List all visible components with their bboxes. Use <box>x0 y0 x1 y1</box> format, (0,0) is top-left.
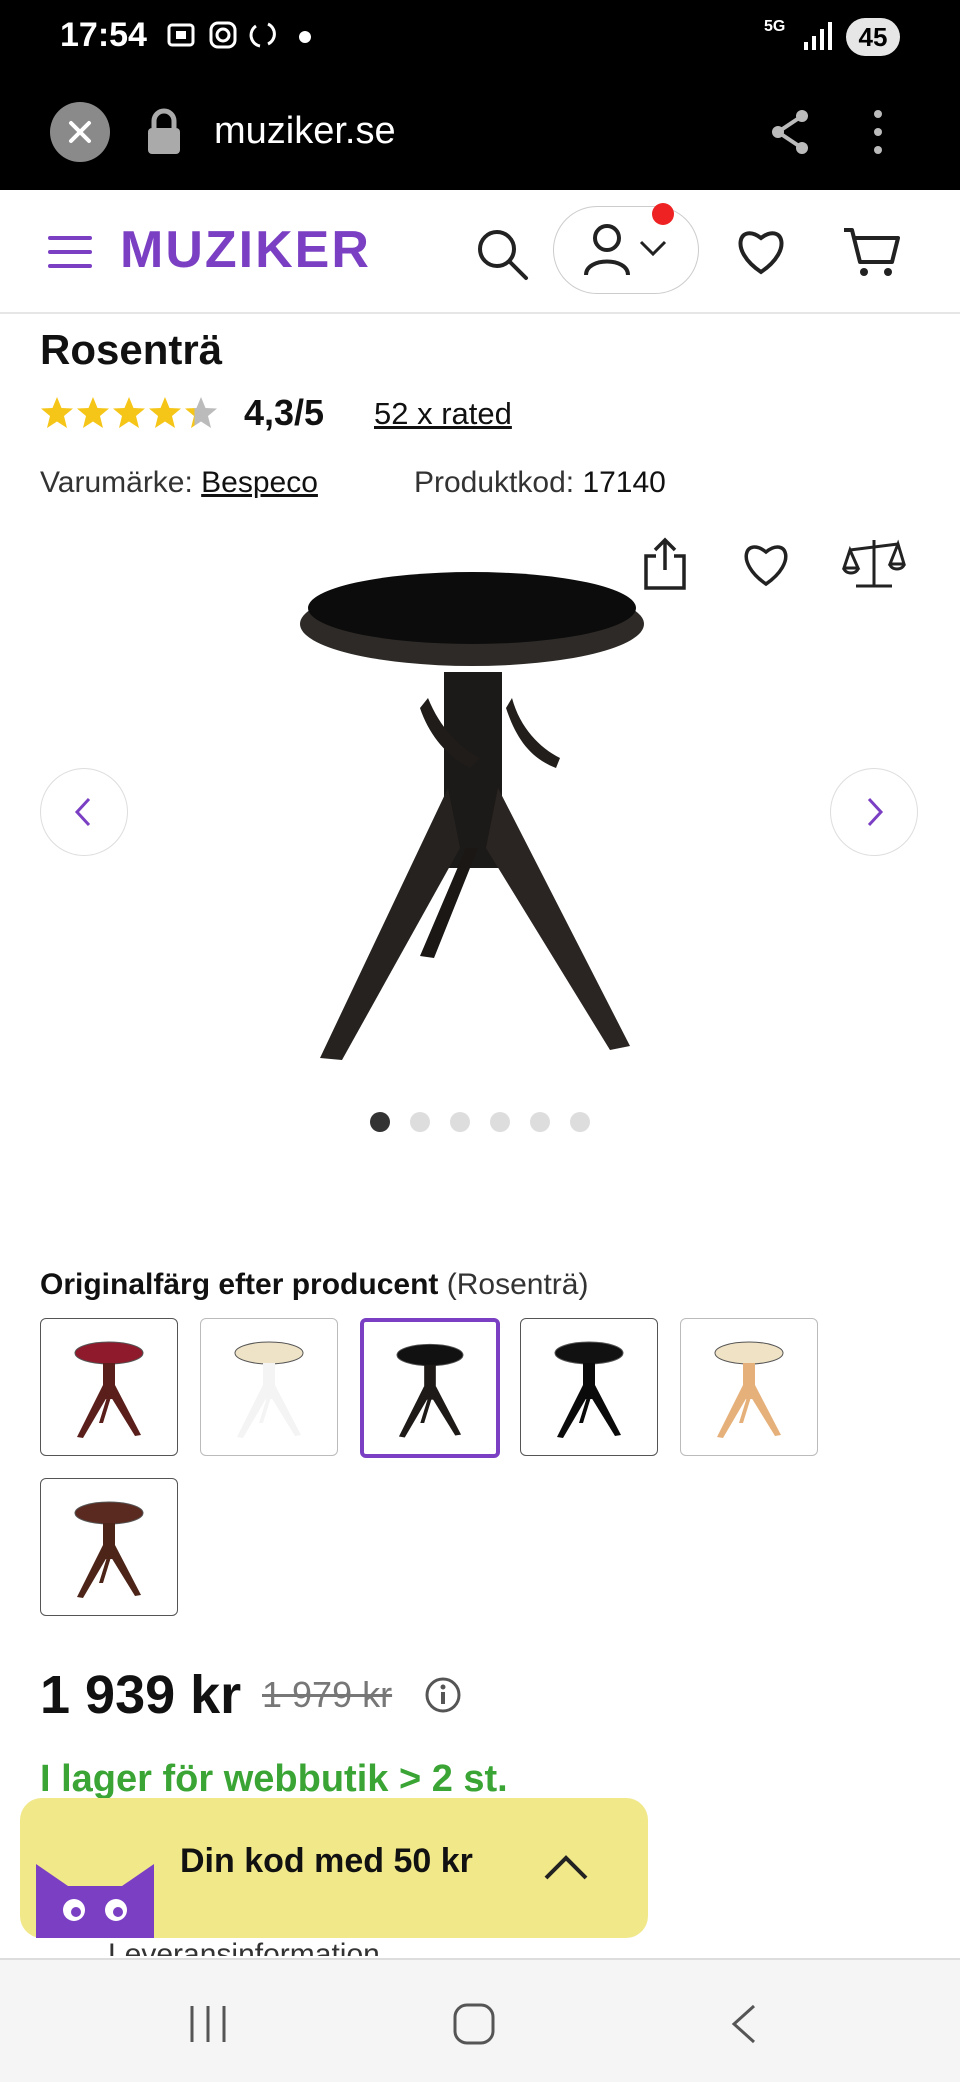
rating-stars <box>41 397 217 428</box>
product-code-label: Produktkod: <box>414 466 575 499</box>
color-swatch-black-gloss[interactable] <box>520 1318 658 1456</box>
recent-apps-icon[interactable] <box>186 2004 230 2044</box>
gallery-dot[interactable] <box>410 1112 430 1132</box>
cart-icon[interactable] <box>842 224 900 280</box>
gallery-dot[interactable] <box>490 1112 510 1132</box>
gallery-pagination <box>370 1112 610 1136</box>
lock-icon <box>148 108 180 154</box>
status-time: 17:54 <box>60 16 147 54</box>
signal-icon <box>804 22 832 50</box>
system-navigation-bar <box>0 1958 960 2082</box>
product-code: 17140 <box>582 466 666 499</box>
gallery-prev-button[interactable] <box>40 768 128 856</box>
close-icon <box>69 121 91 143</box>
screenshot-icon <box>167 23 195 47</box>
chevron-down-icon <box>639 240 667 257</box>
selected-color: (Rosenträ) <box>446 1268 589 1301</box>
swatch-stool-image <box>74 1501 144 1598</box>
back-icon[interactable] <box>726 2002 760 2046</box>
ratings-count-link[interactable]: 52 x rated <box>374 396 512 432</box>
product-title: Rosenträ <box>40 326 223 373</box>
share-icon[interactable] <box>766 106 814 158</box>
stock-status: I lager för webbutik > 2 st. <box>40 1758 508 1800</box>
promo-banner[interactable]: Din kod med 50 kr <box>20 1798 648 1938</box>
price: 1 939 kr <box>40 1665 242 1725</box>
menu-icon[interactable] <box>48 234 92 270</box>
chevron-left-icon <box>74 797 91 827</box>
brand-label: Varumärke: <box>40 466 193 499</box>
delivery-info-link[interactable]: Leveransinformation <box>108 1938 380 1956</box>
cat-mascot-icon <box>36 1864 154 1938</box>
sync-icon <box>249 22 276 48</box>
info-icon[interactable] <box>424 1676 462 1714</box>
close-tab-button[interactable] <box>50 102 110 162</box>
battery-indicator: 45 <box>846 18 900 56</box>
color-label-text: Originalfärg efter producent <box>40 1268 439 1301</box>
address-bar[interactable]: muziker.se <box>214 110 396 153</box>
promo-text: Din kod med 50 kr <box>180 1842 473 1880</box>
notification-badge <box>652 203 674 225</box>
color-swatch-white[interactable] <box>200 1318 338 1456</box>
status-bar: 17:54 5G 45 <box>0 0 960 76</box>
swatch-stool-image <box>554 1341 624 1438</box>
muziker-logo[interactable]: MUZIKER <box>120 220 371 280</box>
old-price: 1 979 kr <box>262 1674 393 1715</box>
gallery-dot[interactable] <box>450 1112 470 1132</box>
user-icon <box>584 224 630 276</box>
site-header: MUZIKER <box>0 190 960 314</box>
color-swatch-mahogany-red[interactable] <box>40 1318 178 1456</box>
color-variant-label: Originalfärg efter producent (Rosenträ) <box>40 1268 588 1302</box>
notification-dot-icon <box>299 31 311 43</box>
color-swatch-walnut[interactable] <box>40 1478 178 1616</box>
gallery-dot[interactable] <box>570 1112 590 1132</box>
color-swatch-rosewood-black[interactable] <box>360 1318 500 1458</box>
swatch-stool-image <box>714 1341 784 1438</box>
product-code-info: Produktkod: 17140 <box>414 466 666 500</box>
chevron-up-icon[interactable] <box>542 1852 590 1882</box>
rating-score: 4,3/5 <box>244 392 325 433</box>
compare-scale-icon[interactable] <box>842 536 906 592</box>
brand-link[interactable]: Bespeco <box>201 466 318 499</box>
wishlist-heart-icon[interactable] <box>734 226 788 276</box>
gallery-dot[interactable] <box>530 1112 550 1132</box>
home-icon[interactable] <box>452 2002 496 2046</box>
product-image[interactable] <box>280 548 680 1068</box>
chevron-right-icon <box>867 797 884 827</box>
favorite-heart-icon[interactable] <box>740 540 792 588</box>
swatch-stool-image <box>396 1343 464 1438</box>
search-icon[interactable] <box>474 226 530 282</box>
gallery-dot[interactable] <box>370 1112 390 1132</box>
gallery-next-button[interactable] <box>830 768 918 856</box>
browser-toolbar: muziker.se <box>0 76 960 190</box>
color-swatch-natural[interactable] <box>680 1318 818 1456</box>
brand-info: Varumärke: Bespeco <box>40 466 318 500</box>
swatch-stool-image <box>74 1341 144 1438</box>
more-options-icon[interactable] <box>866 106 890 158</box>
swatch-stool-image <box>234 1341 304 1438</box>
instagram-icon <box>209 21 237 49</box>
account-button[interactable] <box>553 203 699 294</box>
network-type: 5G <box>764 18 786 35</box>
